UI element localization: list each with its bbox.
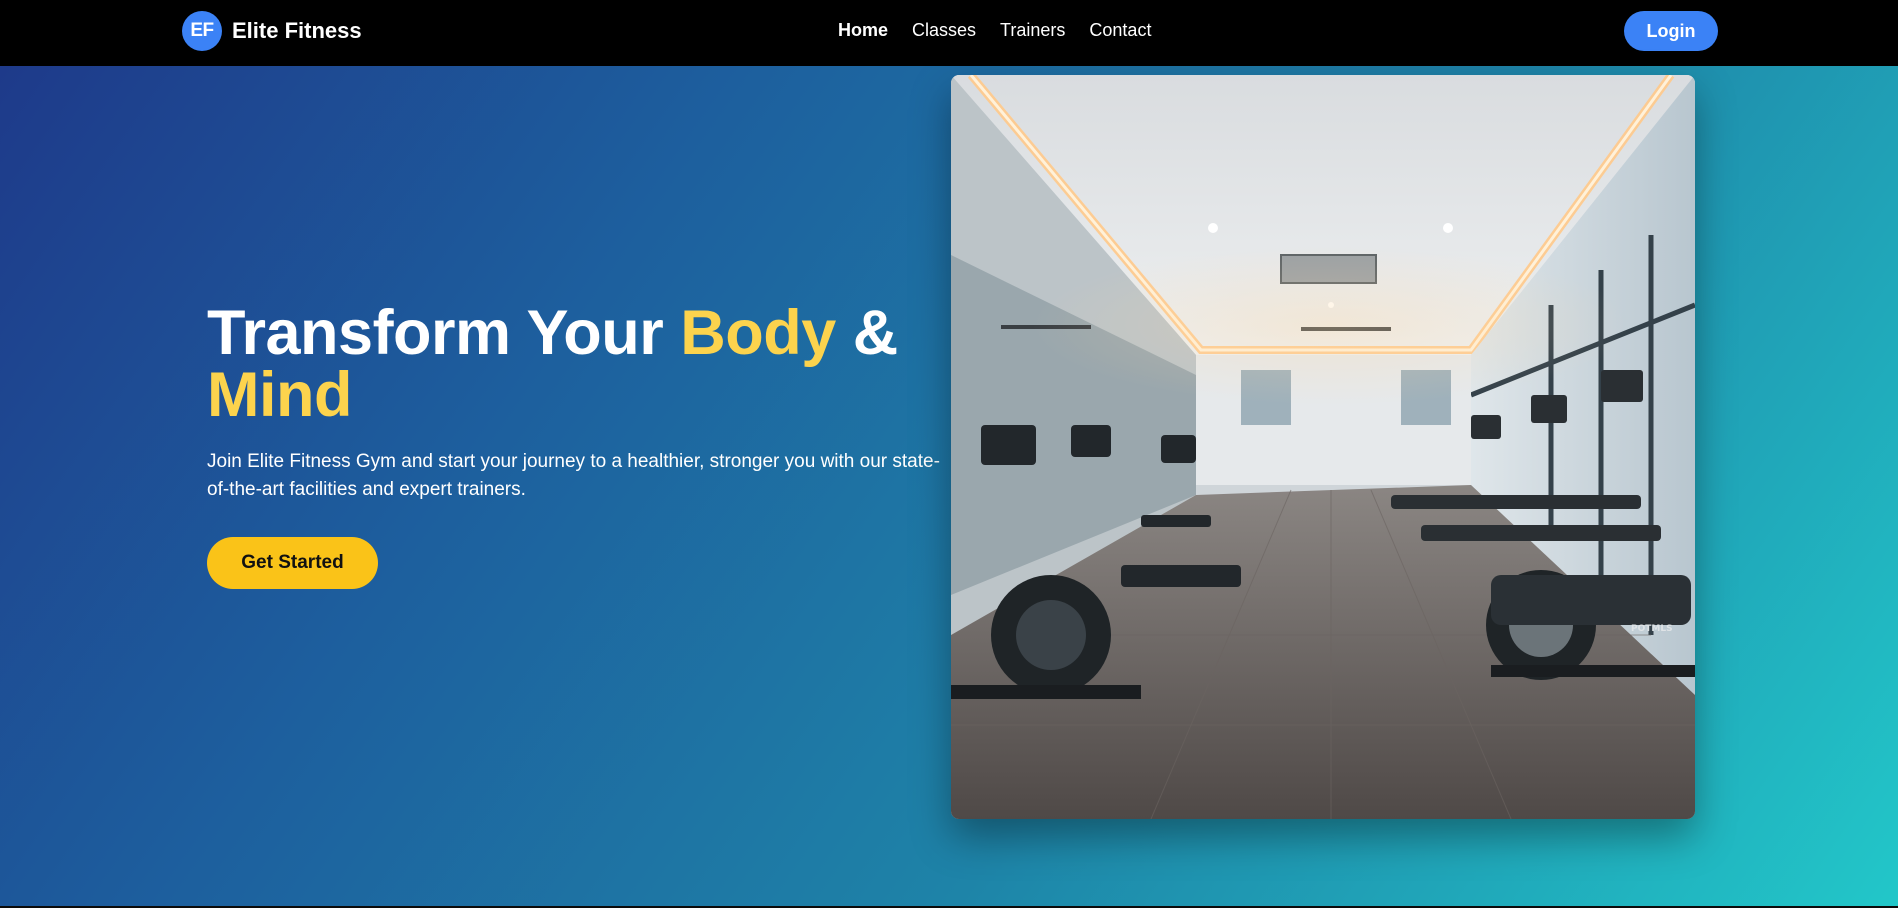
login-button[interactable]: Login: [1624, 11, 1718, 51]
brand[interactable]: EF Elite Fitness: [182, 11, 362, 51]
hero-title-part2: &: [835, 298, 899, 368]
hero-title: Transform Your Body & Mind: [207, 302, 952, 427]
get-started-button[interactable]: Get Started: [207, 537, 378, 589]
nav-links: Home Classes Trainers Contact: [838, 20, 1175, 41]
equipment-brand-text: POTMLS: [1631, 624, 1673, 634]
hero-section: Transform Your Body & Mind Join Elite Fit…: [0, 66, 1898, 906]
hero-title-part1: Transform Your: [207, 298, 681, 368]
hero-text: Transform Your Body & Mind Join Elite Fit…: [207, 302, 952, 504]
brand-logo-icon[interactable]: EF: [182, 11, 222, 51]
gym-illustration: POTMLS: [951, 75, 1695, 819]
hero-subtitle: Join Elite Fitness Gym and start your jo…: [207, 451, 940, 500]
brand-name[interactable]: Elite Fitness: [232, 18, 362, 44]
nav-link-home[interactable]: Home: [838, 20, 888, 41]
hero-title-highlight-mind: Mind: [207, 360, 352, 430]
top-navbar: EF Elite Fitness Home Classes Trainers C…: [0, 0, 1898, 66]
nav-link-classes[interactable]: Classes: [912, 20, 976, 41]
nav-link-trainers[interactable]: Trainers: [1000, 20, 1065, 41]
hero-title-highlight-body: Body: [680, 298, 836, 368]
nav-link-contact[interactable]: Contact: [1089, 20, 1151, 41]
gym-interior-image: POTMLS: [951, 75, 1695, 819]
